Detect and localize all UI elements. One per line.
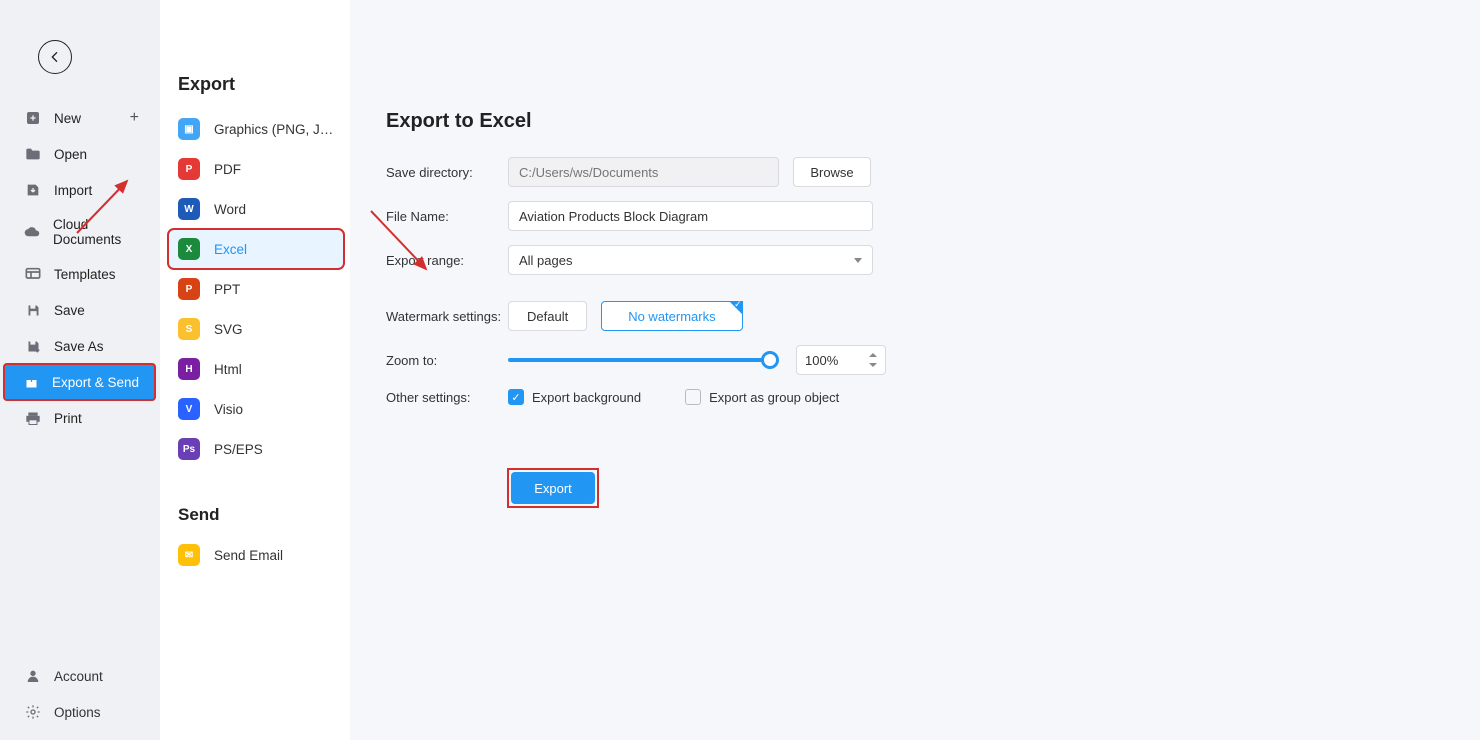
annotation-arrow-icon [72,173,142,248]
sidebar-item-templates[interactable]: Templates [6,256,153,292]
sidebar-label: Templates [54,267,116,282]
export-item-graphics[interactable]: ▣ Graphics (PNG, JPG e... [168,109,344,149]
zoom-value: 100% [805,353,838,368]
export-range-select[interactable]: All pages [508,245,873,275]
sidebar-item-save[interactable]: Save [6,292,153,328]
svg-file-icon: S [178,318,200,340]
watermark-default-button[interactable]: Default [508,301,587,331]
left-rail: New + Open Import Cloud Documents Templa… [0,0,160,740]
export-icon [22,373,40,391]
annotation-arrow-icon [366,206,446,291]
export-background-label: Export background [532,390,641,405]
sidebar-label: Print [54,411,82,426]
sidebar-item-options[interactable]: Options [6,694,153,730]
print-icon [24,409,42,427]
export-item-pdf[interactable]: P PDF [168,149,344,189]
account-icon [24,667,42,685]
sidebar-label: Options [54,705,101,720]
export-item-label: PS/EPS [214,442,263,457]
export-item-label: Send Email [214,548,283,563]
zoom-slider-thumb[interactable] [761,351,779,369]
plus-icon[interactable]: + [130,109,139,127]
export-item-label: PPT [214,282,240,297]
save-icon [24,301,42,319]
export-group-checkbox[interactable] [685,389,701,405]
sidebar-label: New [54,111,81,126]
export-item-label: Html [214,362,242,377]
watermark-label: Watermark settings: [386,309,508,324]
save-directory-input [508,157,779,187]
export-item-label: Visio [214,402,243,417]
other-settings-label: Other settings: [386,390,508,405]
excel-file-icon: X [178,238,200,260]
export-item-word[interactable]: W Word [168,189,344,229]
cloud-icon [24,223,41,241]
sidebar-label: Export & Send [52,375,139,390]
export-item-excel[interactable]: X Excel [168,229,344,269]
sidebar-label: Save As [54,339,104,354]
browse-button[interactable]: Browse [793,157,871,187]
file-name-input[interactable] [508,201,873,231]
row-save-directory: Save directory: Browse [386,157,1440,187]
sidebar-item-account[interactable]: Account [6,658,153,694]
row-zoom: Zoom to: 100% [386,345,1440,375]
export-item-label: Word [214,202,246,217]
save-as-icon [24,337,42,355]
options-gear-icon [24,703,42,721]
send-item-email[interactable]: ✉ Send Email [168,535,344,575]
export-background-checkbox[interactable]: ✓ [508,389,524,405]
ps-file-icon: Ps [178,438,200,460]
row-export-range: Export range: All pages [386,245,1440,275]
ppt-file-icon: P [178,278,200,300]
export-item-pseps[interactable]: Ps PS/EPS [168,429,344,469]
sidebar-label: Account [54,669,103,684]
templates-icon [24,265,42,283]
folder-icon [24,145,42,163]
export-column: Export ▣ Graphics (PNG, JPG e... P PDF W… [160,0,350,740]
visio-file-icon: V [178,398,200,420]
back-button[interactable] [38,40,72,74]
page-title: Export to Excel [386,110,1440,133]
export-item-visio[interactable]: V Visio [168,389,344,429]
export-range-value: All pages [519,253,572,268]
export-button[interactable]: Export [511,472,595,504]
sidebar-label: Save [54,303,85,318]
export-item-ppt[interactable]: P PPT [168,269,344,309]
plus-square-icon [24,109,42,127]
row-file-name: File Name: [386,201,1440,231]
export-item-label: Excel [214,242,247,257]
row-other-settings: Other settings: ✓ Export background Expo… [386,389,1440,405]
export-item-html[interactable]: H Html [168,349,344,389]
export-group-label: Export as group object [709,390,839,405]
sidebar-item-export-send[interactable]: Export & Send [4,364,155,400]
sidebar-item-new[interactable]: New + [6,100,153,136]
image-file-icon: ▣ [178,118,200,140]
save-directory-label: Save directory: [386,165,508,180]
zoom-label: Zoom to: [386,353,508,368]
export-item-svg[interactable]: S SVG [168,309,344,349]
sidebar-item-save-as[interactable]: Save As [6,328,153,364]
sidebar-label: Open [54,147,87,162]
export-heading: Export [178,74,344,95]
export-item-label: SVG [214,322,243,337]
export-item-label: PDF [214,162,241,177]
zoom-slider[interactable] [508,358,770,362]
send-heading: Send [178,505,344,525]
export-item-label: Graphics (PNG, JPG e... [214,122,334,137]
main-panel: Export to Excel Save directory: Browse F… [350,0,1480,740]
word-file-icon: W [178,198,200,220]
sidebar-item-open[interactable]: Open [6,136,153,172]
mail-icon: ✉ [178,544,200,566]
watermark-none-button[interactable]: No watermarks [601,301,742,331]
pdf-file-icon: P [178,158,200,180]
row-watermark: Watermark settings: Default No watermark… [386,301,1440,331]
import-icon [24,181,42,199]
zoom-value-stepper[interactable]: 100% [796,345,886,375]
export-button-highlight: Export [508,469,598,507]
sidebar-item-print[interactable]: Print [6,400,153,436]
html-file-icon: H [178,358,200,380]
